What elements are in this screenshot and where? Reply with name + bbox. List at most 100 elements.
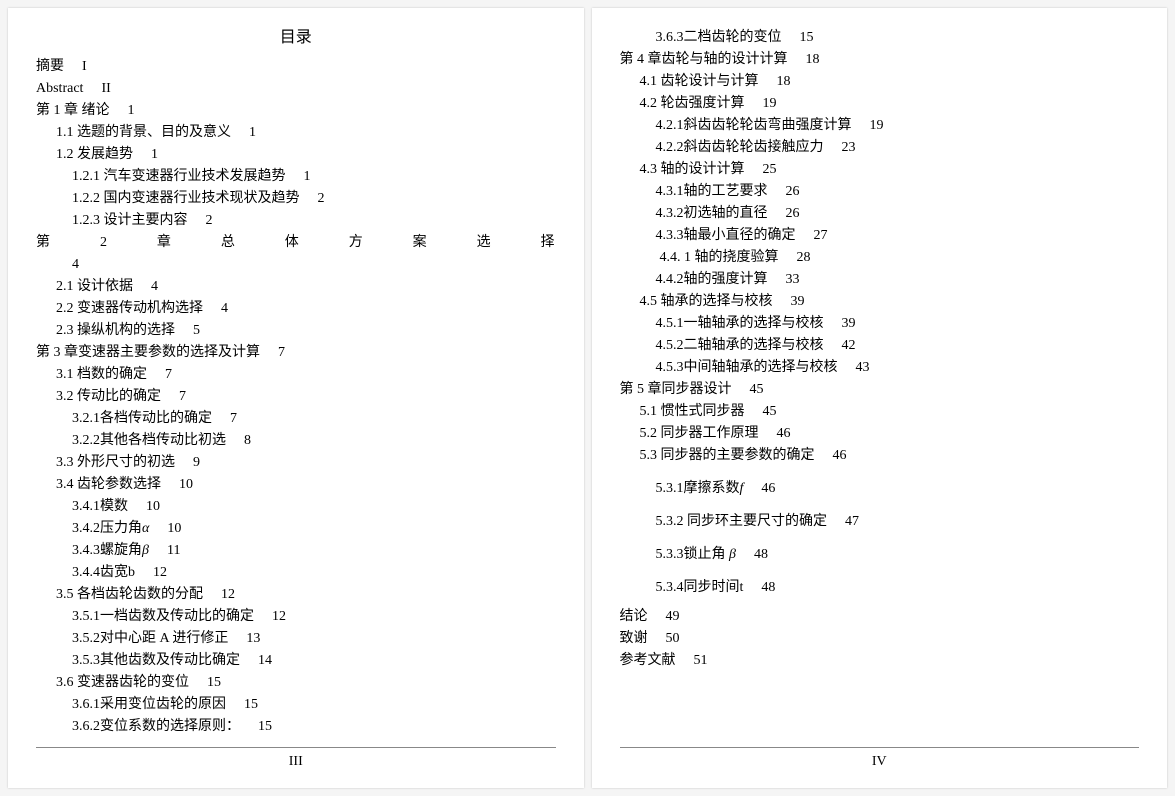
toc-entry-page: 12 bbox=[221, 587, 235, 602]
toc-entry-page: 1 bbox=[128, 103, 135, 118]
toc-entry-text: 3.5 各档齿轮齿数的分配 bbox=[56, 587, 203, 602]
toc-entry-text: 4.2.2斜齿齿轮轮齿接触应力 bbox=[656, 140, 824, 155]
toc-entry: 4.5.3中间轴轴承的选择与校核 43 bbox=[656, 357, 1140, 378]
toc-entry-page: 1 bbox=[249, 125, 256, 140]
toc-entry: 4.4.2轴的强度计算33 bbox=[656, 269, 1140, 290]
toc-entry-text: 4.4.2轴的强度计算 bbox=[656, 272, 768, 287]
toc-entry-page: 7 bbox=[179, 389, 186, 404]
toc-entry-text: 第 4 章齿轮与轴的设计计算 bbox=[620, 52, 788, 67]
toc-entry: 3.2.2其他各档传动比初选 8 bbox=[72, 430, 556, 451]
toc-entry-page: 50 bbox=[666, 631, 680, 646]
toc-entry-page: 46 bbox=[761, 481, 775, 496]
toc-entry-text: 5.3.2 同步环主要尺寸的确定 bbox=[656, 514, 828, 529]
toc-entry-text: 1.2.2 国内变速器行业技术现状及趋势 bbox=[72, 191, 300, 206]
toc-entry: 4.5.1一轴轴承的选择与校核39 bbox=[656, 313, 1140, 334]
toc-entry-page: 18 bbox=[806, 52, 820, 67]
toc-entry-page: 10 bbox=[167, 521, 181, 536]
toc-entry-page: 39 bbox=[791, 294, 805, 309]
toc-entry-text: 结论 bbox=[620, 609, 648, 624]
toc-entry-text: 1.2 发展趋势 bbox=[56, 147, 133, 162]
toc-entry: 参考文献51 bbox=[620, 650, 1140, 671]
toc-entry-text: 4 bbox=[72, 257, 79, 272]
toc-entry-page: 48 bbox=[754, 547, 768, 562]
toc-entry: 第2章总体方案选择 bbox=[36, 232, 556, 253]
toc-entry-text: 3.3 外形尺寸的初选 bbox=[56, 455, 175, 470]
toc-entry-page: 39 bbox=[842, 316, 856, 331]
toc-entry: 4.2 轮齿强度计算19 bbox=[640, 93, 1140, 114]
toc-entry: 3.2 传动比的确定 7 bbox=[56, 386, 556, 407]
toc-entry-text: 4.2 轮齿强度计算 bbox=[640, 96, 745, 111]
toc-entry-page: 1 bbox=[304, 169, 311, 184]
toc-entry-page: 43 bbox=[856, 360, 870, 375]
toc-entry-page: 4 bbox=[151, 279, 158, 294]
toc-entry: 5.3.1摩擦系数f46 bbox=[656, 478, 1140, 499]
toc-entry: 1.2 发展趋势1 bbox=[56, 144, 556, 165]
toc-entry-text: 摘要 bbox=[36, 59, 64, 74]
toc-entry-text: 4.5.3中间轴轴承的选择与校核 bbox=[656, 360, 838, 375]
toc-entry-page: 25 bbox=[763, 162, 777, 177]
toc-entry-text: 1.2.1 汽车变速器行业技术发展趋势 bbox=[72, 169, 286, 184]
toc-entry-page: 23 bbox=[842, 140, 856, 155]
toc-entry: 3.4.4齿宽b12 bbox=[72, 562, 556, 583]
toc-entry-page: 5 bbox=[193, 323, 200, 338]
toc-entry-text: 3.2 传动比的确定 bbox=[56, 389, 161, 404]
toc-entry: 第 4 章齿轮与轴的设计计算 18 bbox=[620, 49, 1140, 70]
toc-entry-text: 3.6.1采用变位齿轮的原因 bbox=[72, 697, 226, 712]
toc-entry: 4.4. 1 轴的挠度验算28 bbox=[660, 247, 1140, 268]
toc-entry-text: 3.6 变速器齿轮的变位 bbox=[56, 675, 189, 690]
page-number-right: IV bbox=[592, 751, 1168, 772]
toc-entries-right: 3.6.3二档齿轮的变位15第 4 章齿轮与轴的设计计算184.1 齿轮设计与计… bbox=[620, 27, 1140, 671]
toc-entry-page: 15 bbox=[800, 30, 814, 45]
toc-entry: 5.3.3锁止角 β 48 bbox=[656, 544, 1140, 565]
toc-entry-text: Abstract bbox=[36, 81, 83, 96]
toc-entry: 5.3.4同步时间t48 bbox=[656, 577, 1140, 598]
toc-entry: 第 1 章 绪论1 bbox=[36, 100, 556, 121]
toc-entry: 4.2.1斜齿齿轮轮齿弯曲强度计算19 bbox=[656, 115, 1140, 136]
toc-entry-page: 46 bbox=[833, 448, 847, 463]
toc-entry-text: 3.5.2对中心距 A 进行修正 bbox=[72, 631, 228, 646]
toc-entry: 4.3 轴的设计计算25 bbox=[640, 159, 1140, 180]
toc-entry-page: 4 bbox=[221, 301, 228, 316]
toc-entry: 1.2.2 国内变速器行业技术现状及趋势2 bbox=[72, 188, 556, 209]
toc-entry: 3.4 齿轮参数选择10 bbox=[56, 474, 556, 495]
toc-entry-page: 12 bbox=[153, 565, 167, 580]
toc-entry: 3.4.3螺旋角β11 bbox=[72, 540, 556, 561]
toc-entry-text: 4.3.3轴最小直径的确定 bbox=[656, 228, 796, 243]
toc-entries-left: 摘要IAbstractII第 1 章 绪论11.1 选题的背景、目的及意义11.… bbox=[36, 56, 556, 737]
toc-entry-text: 2.2 变速器传动机构选择 bbox=[56, 301, 203, 316]
toc-entry-text: 4.3.1轴的工艺要求 bbox=[656, 184, 768, 199]
toc-entry-text: 2.1 设计依据 bbox=[56, 279, 133, 294]
toc-entry-page: 45 bbox=[763, 404, 777, 419]
toc-entry-page: 45 bbox=[750, 382, 764, 397]
toc-entry: 3.6.2变位系数的选择原则： 15 bbox=[72, 716, 556, 737]
toc-entry: 摘要I bbox=[36, 56, 556, 77]
toc-entry-text: 4.3.2初选轴的直径 bbox=[656, 206, 768, 221]
page-rule bbox=[36, 747, 556, 748]
toc-entry: 4.3.3轴最小直径的确定27 bbox=[656, 225, 1140, 246]
toc-entry-text: 3.5.3其他齿数及传动比确定 bbox=[72, 653, 240, 668]
toc-entry-page: 12 bbox=[272, 609, 286, 624]
toc-entry-page: 51 bbox=[694, 653, 708, 668]
toc-entry: 4.5 轴承的选择与校核39 bbox=[640, 291, 1140, 312]
toc-entry-text: 3.2.1各档传动比的确定 bbox=[72, 411, 212, 426]
toc-entry-text: 3.5.1一档齿数及传动比的确定 bbox=[72, 609, 254, 624]
toc-entry-text: 3.6.2变位系数的选择原则： bbox=[72, 719, 240, 734]
toc-entry-text: 5.2 同步器工作原理 bbox=[640, 426, 759, 441]
toc-entry-page: 14 bbox=[258, 653, 272, 668]
toc-entry: 1.2.3 设计主要内容2 bbox=[72, 210, 556, 231]
toc-entry-page: 15 bbox=[207, 675, 221, 690]
toc-entry-text: 3.1 档数的确定 bbox=[56, 367, 147, 382]
toc-entry: 2.2 变速器传动机构选择 4 bbox=[56, 298, 556, 319]
toc-entry-page: 15 bbox=[258, 719, 272, 734]
toc-entry-page: 7 bbox=[165, 367, 172, 382]
toc-entry-page: 8 bbox=[244, 433, 251, 448]
toc-entry: 3.4.2压力角α10 bbox=[72, 518, 556, 539]
toc-entry-text: 3.4.1模数 bbox=[72, 499, 128, 514]
toc-entry-text: 5.3.3锁止角 β bbox=[656, 547, 736, 562]
toc-entry: 致谢50 bbox=[620, 628, 1140, 649]
toc-entry: 5.1 惯性式同步器45 bbox=[640, 401, 1140, 422]
toc-entry-text: 3.2.2其他各档传动比初选 bbox=[72, 433, 226, 448]
toc-entry-text: 5.3.4同步时间t bbox=[656, 580, 744, 595]
page-rule bbox=[620, 747, 1140, 748]
toc-entry-page: 19 bbox=[870, 118, 884, 133]
